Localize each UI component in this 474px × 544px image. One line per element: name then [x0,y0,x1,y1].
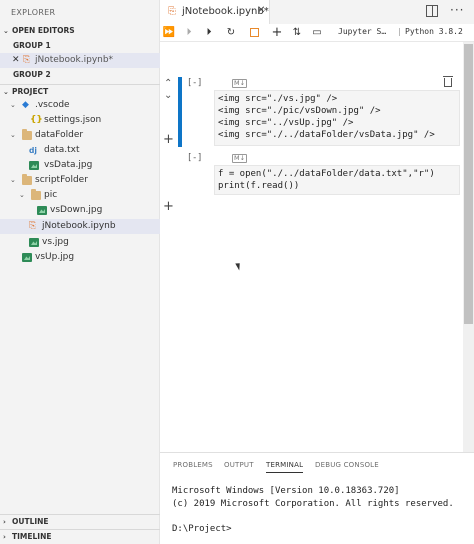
folder-icon [22,174,32,185]
variables-icon[interactable]: ▭ [310,26,324,40]
open-editor-jnotebook[interactable]: ✕ ⎘ jNotebook.ipynb* [0,53,160,68]
tree-item-vsdata-jpg[interactable]: vsData.jpg [0,158,160,173]
terminal-output[interactable]: Microsoft Windows [Version 10.0.18363.72… [172,485,454,535]
terminal-line: Microsoft Windows [Version 10.0.18363.72… [172,486,400,496]
chevron-down-icon[interactable]: ⌄ [164,90,172,101]
chevron-right-icon: › [3,533,6,541]
notebook-icon: ⎘ [168,6,176,17]
tree-item-pic[interactable]: ⌄ pic [0,188,160,203]
open-editors-header[interactable]: ⌄ OPEN EDITORS [0,24,160,38]
delete-cell-icon[interactable] [443,76,453,87]
markdown-badge[interactable]: M↓ [232,154,248,163]
code-line: print(f.read()) [218,181,300,191]
add-cell-icon[interactable]: + [163,132,174,147]
close-icon[interactable]: ✕ [257,5,265,16]
scrollbar-thumb[interactable] [464,44,473,324]
tab-jnotebook[interactable]: ⎘ jNotebook.ipynb* ✕ [160,0,270,24]
chevron-right-icon: › [3,518,6,526]
timeline-header[interactable]: › TIMELINE [0,529,160,543]
selected-cell-indicator [178,77,182,147]
tree-item-settings-json[interactable]: {} settings.json [0,113,160,128]
chevron-down-icon: ⌄ [3,88,9,96]
add-cell-icon[interactable]: + [163,199,174,214]
toolbar-divider: | [398,27,401,36]
cell-execution-count: [-] [187,153,203,163]
tree-item-data-txt[interactable]: dj data.txt [0,143,160,158]
run-all-icon[interactable]: ⏩ [162,26,176,40]
more-actions-icon[interactable]: ··· [450,3,464,17]
tab-output[interactable]: OUTPUT [224,461,254,469]
kernel-selector[interactable]: Python 3.8.2 [405,27,463,36]
image-file-icon [37,206,47,215]
tree-item-vsup-jpg[interactable]: vsUp.jpg [0,250,160,265]
tree-item-vscode[interactable]: ⌄ ◆ .vscode [0,98,160,113]
add-cell-icon[interactable]: + [270,26,284,40]
notebook-icon: ⎘ [29,221,37,231]
chevron-down-icon: ⌄ [19,191,25,199]
mouse-pointer-icon [235,261,243,271]
tab-problems[interactable]: PROBLEMS [173,461,213,469]
explorer-title: EXPLORER [11,8,56,17]
chevron-down-icon: ⌄ [10,131,16,139]
chevron-down-icon: ⌄ [3,27,9,35]
run-below-icon[interactable]: ⏵ [202,26,216,40]
folder-icon [31,189,41,200]
editor-tabbar: ⎘ jNotebook.ipynb* ✕ ··· [160,0,474,24]
run-above-icon[interactable]: ⏵ [182,26,196,40]
tree-item-datafolder[interactable]: ⌄ dataFolder [0,128,160,143]
jupyter-server-status[interactable]: Jupyter S… [338,27,386,36]
folder-icon [22,129,32,140]
cell-2-editor[interactable]: f = open("./../dataFolder/data.txt","r")… [214,165,460,195]
restart-kernel-icon[interactable]: ↻ [224,26,238,40]
tab-terminal[interactable]: TERMINAL [266,461,304,473]
vscode-folder-icon: ◆ [22,100,29,110]
terminal-line: (c) 2019 Microsoft Corporation. All righ… [172,498,454,509]
tab-debug-console[interactable]: DEBUG CONSOLE [315,461,379,469]
markdown-badge[interactable]: M↓ [232,79,248,88]
json-file-icon: {} [30,115,43,125]
group1-header[interactable]: GROUP 1 [0,39,160,53]
code-line: <img src="./../dataFolder/vsData.jpg" /> [218,130,435,140]
code-line: f = open("./../dataFolder/data.txt","r") [218,169,435,179]
notebook-toolbar: ⏩ ⏵ ⏵ ↻ + ⇅ ▭ Jupyter S… | Python 3.8.2 [160,24,474,42]
tree-item-vs-jpg[interactable]: vs.jpg [0,235,160,250]
chevron-down-icon: ⌄ [10,176,16,184]
image-file-icon [29,161,39,170]
explorer-sidebar: EXPLORER ⌄ OPEN EDITORS GROUP 1 ✕ ⎘ jNote… [0,0,160,544]
code-line: <img src="../vsUp.jpg" /> [218,118,354,128]
clear-outputs-icon[interactable]: ⇅ [290,26,304,40]
group2-header[interactable]: GROUP 2 [0,68,160,82]
notebook-scrollbar[interactable] [463,42,474,452]
code-line: <img src="./pic/vsDown.jpg" /> [218,106,381,116]
notebook-icon: ⎘ [23,55,31,65]
text-file-icon: dj [29,146,37,155]
code-line: <img src="./vs.jpg" /> [218,94,338,104]
bottom-panel: PROBLEMS OUTPUT TERMINAL DEBUG CONSOLE M… [160,452,474,544]
interrupt-kernel-icon[interactable] [250,28,259,37]
chevron-up-icon[interactable]: ⌃ [164,78,172,89]
terminal-prompt: D:\Project> [172,523,232,534]
notebook-editor: ⌃ ⌄ + [-] M↓ <img src="./vs.jpg" /> <img … [160,42,463,452]
tree-item-vsdown-jpg[interactable]: vsDown.jpg [0,203,160,218]
tree-item-jnotebook[interactable]: ⎘ jNotebook.ipynb [0,219,160,234]
vscode-window: EXPLORER ⌄ OPEN EDITORS GROUP 1 ✕ ⎘ jNote… [0,0,474,544]
outline-header[interactable]: › OUTLINE [0,514,160,528]
chevron-down-icon: ⌄ [10,101,16,109]
tree-item-scriptfolder[interactable]: ⌄ scriptFolder [0,173,160,188]
close-icon[interactable]: ✕ [12,53,20,68]
cell-execution-count: [-] [187,78,203,88]
split-editor-icon[interactable] [426,5,438,17]
image-file-icon [22,253,32,262]
project-header[interactable]: ⌄ PROJECT [0,84,160,98]
cell-1-editor[interactable]: <img src="./vs.jpg" /> <img src="./pic/vs… [214,90,460,146]
image-file-icon [29,238,39,247]
